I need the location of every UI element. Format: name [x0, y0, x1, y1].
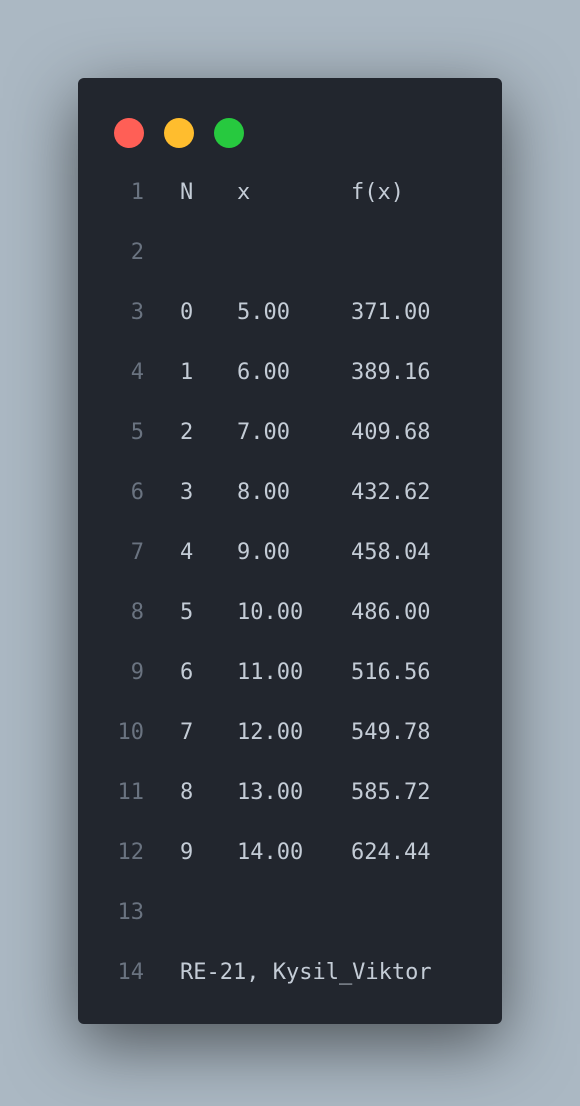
cell-x: 7.00: [237, 420, 290, 445]
cell-n: 5: [180, 600, 194, 625]
code-line-row: 7 4 9.00 458.04: [78, 534, 502, 594]
line-number: 1: [130, 180, 144, 205]
author-signature: RE-21, Kysil_Viktor: [180, 960, 432, 985]
cell-n: 2: [180, 420, 194, 445]
close-dot-icon[interactable]: [114, 118, 144, 148]
line-number: 7: [130, 540, 144, 565]
line-number: 11: [117, 780, 145, 805]
code-line-row: 9 6 11.00 516.56: [78, 654, 502, 714]
code-line-row: 11 8 13.00 585.72: [78, 774, 502, 834]
code-window: 1 N x f(x) 2 3 0 5.00 371.00 4 1 6.00 38…: [78, 78, 502, 1024]
cell-n: 0: [180, 300, 194, 325]
code-line-blank: 13: [78, 894, 502, 954]
cell-x: 13.00: [237, 780, 304, 805]
minimize-dot-icon[interactable]: [164, 118, 194, 148]
line-number: 6: [130, 480, 144, 505]
cell-n: 9: [180, 840, 194, 865]
line-number: 2: [130, 240, 144, 265]
line-number: 8: [130, 600, 144, 625]
cell-fx: 371.00: [351, 300, 431, 325]
code-line-row: 10 7 12.00 549.78: [78, 714, 502, 774]
line-number: 14: [117, 960, 145, 985]
cell-n: 6: [180, 660, 194, 685]
cell-fx: 549.78: [351, 720, 431, 745]
cell-x: 6.00: [237, 360, 290, 385]
cell-x: 12.00: [237, 720, 304, 745]
cell-n: 8: [180, 780, 194, 805]
code-line-footer: 14 RE-21, Kysil_Viktor: [78, 954, 502, 1014]
cell-fx: 432.62: [351, 480, 431, 505]
column-n-header: N: [180, 180, 194, 205]
line-number: 13: [117, 900, 145, 925]
cell-fx: 624.44: [351, 840, 431, 865]
line-number: 12: [117, 840, 145, 865]
line-number: 9: [130, 660, 144, 685]
cell-n: 1: [180, 360, 194, 385]
cell-fx: 389.16: [351, 360, 431, 385]
code-line-row: 8 5 10.00 486.00: [78, 594, 502, 654]
maximize-dot-icon[interactable]: [214, 118, 244, 148]
cell-fx: 409.68: [351, 420, 431, 445]
cell-x: 5.00: [237, 300, 290, 325]
code-line-row: 3 0 5.00 371.00: [78, 294, 502, 354]
code-line-blank: 2: [78, 234, 502, 294]
code-content: 1 N x f(x) 2 3 0 5.00 371.00 4 1 6.00 38…: [78, 174, 502, 1014]
cell-x: 9.00: [237, 540, 290, 565]
code-line-row: 12 9 14.00 624.44: [78, 834, 502, 894]
line-number: 10: [117, 720, 145, 745]
cell-x: 10.00: [237, 600, 304, 625]
cell-x: 8.00: [237, 480, 290, 505]
cell-x: 11.00: [237, 660, 304, 685]
code-line-row: 6 3 8.00 432.62: [78, 474, 502, 534]
line-number: 3: [130, 300, 144, 325]
code-line-header: 1 N x f(x): [78, 174, 502, 234]
cell-fx: 516.56: [351, 660, 431, 685]
cell-fx: 458.04: [351, 540, 431, 565]
cell-n: 7: [180, 720, 194, 745]
cell-n: 4: [180, 540, 194, 565]
cell-x: 14.00: [237, 840, 304, 865]
cell-n: 3: [180, 480, 194, 505]
column-x-header: x: [237, 180, 251, 205]
cell-fx: 486.00: [351, 600, 431, 625]
line-number: 4: [130, 360, 144, 385]
line-number: 5: [130, 420, 144, 445]
cell-fx: 585.72: [351, 780, 431, 805]
column-fx-header: f(x): [351, 180, 404, 205]
code-line-row: 4 1 6.00 389.16: [78, 354, 502, 414]
code-line-row: 5 2 7.00 409.68: [78, 414, 502, 474]
